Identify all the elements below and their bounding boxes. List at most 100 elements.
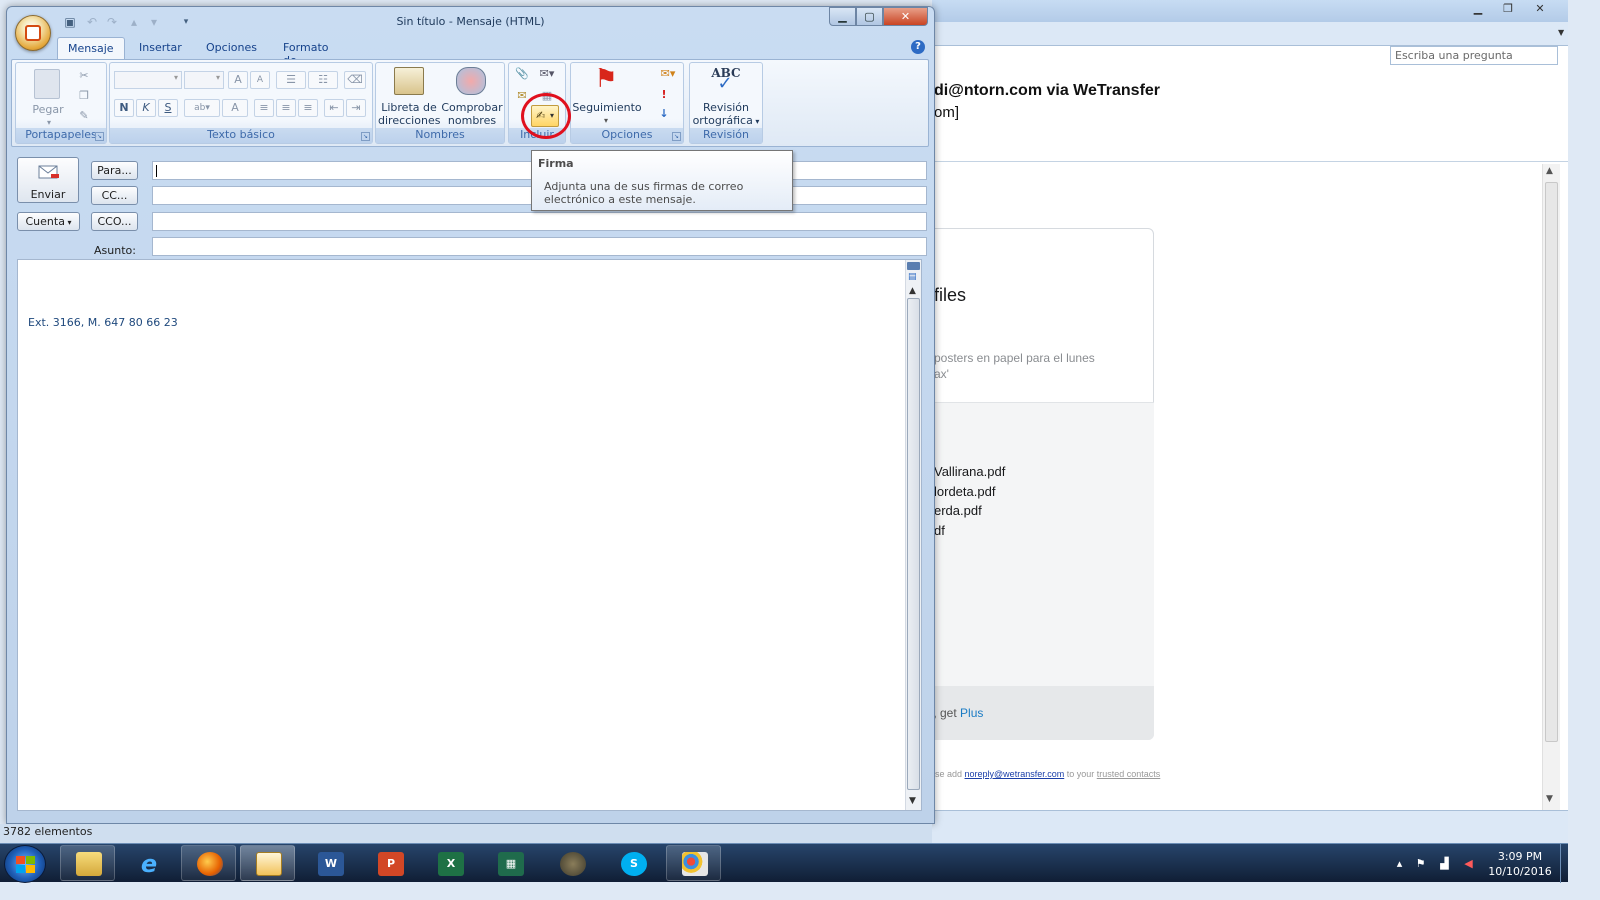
down-arrow-icon[interactable]: ▾ <box>147 15 161 29</box>
minimize-icon[interactable]: ▁ <box>1464 2 1492 18</box>
restore-icon[interactable]: ❐ <box>1494 2 1522 18</box>
close-button[interactable]: ✕ <box>883 7 928 26</box>
help-icon[interactable]: ? <box>911 40 925 54</box>
clear-formatting-icon[interactable]: ⌫ <box>344 71 366 89</box>
subject-field[interactable] <box>152 237 927 256</box>
taskbar-explorer[interactable] <box>60 845 115 881</box>
paste-button-label[interactable]: Pegar <box>28 103 68 116</box>
italic-button[interactable]: K <box>136 99 156 117</box>
scroll-up-icon[interactable]: ▲ <box>909 286 916 296</box>
close-icon[interactable]: ✕ <box>1526 2 1554 18</box>
dialog-launcher-icon[interactable]: ↘ <box>95 132 104 141</box>
bullets-icon[interactable]: ☰ <box>276 71 306 89</box>
font-color-icon[interactable]: A <box>222 99 248 117</box>
tab-insertar[interactable]: Insertar <box>129 37 192 60</box>
align-center-icon[interactable]: ≡ <box>276 99 296 117</box>
chevron-down-icon: ▾ <box>752 117 760 126</box>
ruler-icon[interactable] <box>907 262 920 270</box>
font-size-combo[interactable]: ▾ <box>184 71 224 89</box>
grow-font-icon[interactable]: A <box>228 71 248 89</box>
cut-icon[interactable]: ✂ <box>76 69 92 82</box>
highlight-icon[interactable]: ab▾ <box>184 99 220 117</box>
spelling-button[interactable]: Revisión ortográfica ▾ <box>690 101 762 128</box>
address-book-button[interactable]: Libreta de direcciones <box>378 101 440 127</box>
chevron-down-icon[interactable]: ▼ <box>1558 28 1564 37</box>
align-left-icon[interactable]: ≡ <box>254 99 274 117</box>
save-icon[interactable]: ▣ <box>63 15 77 29</box>
scroll-up-icon[interactable]: ▲ <box>1546 166 1553 176</box>
check-names-icon[interactable] <box>456 67 486 95</box>
view-ruler-icon[interactable]: ▤ <box>908 272 920 282</box>
chevron-down-icon[interactable]: ▾ <box>601 114 611 127</box>
bold-button[interactable]: N <box>114 99 134 117</box>
taskbar-firefox[interactable] <box>181 845 236 881</box>
align-right-icon[interactable]: ≡ <box>298 99 318 117</box>
noreply-link[interactable]: noreply@wetransfer.com <box>965 769 1065 779</box>
taskbar-outlook[interactable] <box>240 845 295 881</box>
scroll-thumb[interactable] <box>907 298 920 790</box>
font-name-combo[interactable]: ▾ <box>114 71 182 89</box>
attach-item-icon[interactable]: ✉▾ <box>533 67 561 80</box>
low-importance-icon[interactable]: ↓ <box>657 107 671 120</box>
account-button[interactable]: Cuenta ▾ <box>17 212 80 231</box>
format-painter-icon[interactable]: ✎ <box>76 109 92 122</box>
tab-mensaje[interactable]: Mensaje <box>57 37 125 60</box>
customize-toolbar-icon[interactable]: ▾ <box>179 15 193 29</box>
minimize-button[interactable]: ▁ <box>829 7 856 26</box>
tooltip-body: Adjunta una de sus firmas de correo elec… <box>544 180 744 206</box>
message-body[interactable]: Ext. 3166, M. 647 80 66 23 ▤ ▲ ▼ <box>17 259 922 811</box>
taskbar-gimp[interactable] <box>544 845 599 881</box>
tab-formato-de-texto[interactable]: Formato de texto <box>273 37 339 80</box>
maximize-button[interactable]: ▢ <box>856 7 883 26</box>
show-desktop-button[interactable] <box>1560 844 1568 883</box>
subject-label: Asunto: <box>94 244 136 257</box>
underline-button[interactable]: S <box>158 99 178 117</box>
volume-muted-icon[interactable]: ◀ <box>1462 857 1475 870</box>
bcc-field[interactable] <box>152 212 927 231</box>
decrease-indent-icon[interactable]: ⇤ <box>324 99 344 117</box>
taskbar-excel[interactable]: X <box>422 845 477 881</box>
network-icon[interactable]: ▟ <box>1438 857 1451 870</box>
tab-opciones[interactable]: Opciones <box>196 37 267 60</box>
dialog-launcher-icon[interactable]: ↘ <box>672 132 681 141</box>
office-button[interactable] <box>15 15 51 51</box>
undo-icon[interactable]: ↶ <box>85 15 99 29</box>
to-button[interactable]: Para... <box>91 161 138 180</box>
taskbar-skype[interactable]: S <box>605 845 660 881</box>
scroll-down-icon[interactable]: ▼ <box>909 796 916 806</box>
reading-pane-scrollbar[interactable]: ▲ ▼ <box>1542 164 1560 810</box>
scroll-thumb[interactable] <box>1545 182 1558 742</box>
clock[interactable]: 3:09 PM 10/10/2016 <box>1482 849 1558 879</box>
taskbar-word[interactable]: W <box>302 845 357 881</box>
copy-icon[interactable]: ❐ <box>76 89 92 102</box>
taskbar-ie[interactable]: e <box>120 845 175 881</box>
increase-indent-icon[interactable]: ⇥ <box>346 99 366 117</box>
start-button[interactable] <box>4 845 46 883</box>
redo-icon[interactable]: ↷ <box>105 15 119 29</box>
paste-icon[interactable] <box>34 69 60 99</box>
taskbar-paint[interactable] <box>666 845 721 881</box>
up-arrow-icon[interactable]: ▴ <box>127 15 141 29</box>
permission-icon[interactable]: ✉▾ <box>655 67 681 80</box>
taskbar-publisher[interactable]: ▦ <box>482 845 537 881</box>
follow-up-button[interactable]: Seguimiento <box>571 101 643 114</box>
attach-file-icon[interactable]: 📎 <box>515 67 529 80</box>
show-hidden-icons-icon[interactable]: ▴ <box>1393 857 1406 870</box>
follow-up-flag-icon[interactable]: ⚑ <box>591 65 621 93</box>
address-book-icon[interactable] <box>394 67 424 95</box>
shrink-font-icon[interactable]: A <box>250 71 270 89</box>
dialog-launcher-icon[interactable]: ↘ <box>361 132 370 141</box>
cc-button[interactable]: CC... <box>91 186 138 205</box>
check-names-button[interactable]: Comprobar nombres <box>440 101 504 127</box>
trusted-contacts-link[interactable]: trusted contacts <box>1097 769 1161 779</box>
taskbar-powerpoint[interactable]: P <box>362 845 417 881</box>
spelling-label-2: ortográfica ▾ <box>690 114 762 128</box>
body-scrollbar[interactable]: ▤ ▲ ▼ <box>905 260 921 810</box>
plus-link[interactable]: Plus <box>960 706 983 720</box>
scroll-down-icon[interactable]: ▼ <box>1546 794 1553 804</box>
send-button[interactable]: Enviar <box>17 157 79 203</box>
high-importance-icon[interactable]: ! <box>657 88 671 101</box>
action-center-flag-icon[interactable]: ⚑ <box>1414 857 1427 870</box>
bcc-button[interactable]: CCO... <box>91 212 138 231</box>
numbering-icon[interactable]: ☷ <box>308 71 338 89</box>
